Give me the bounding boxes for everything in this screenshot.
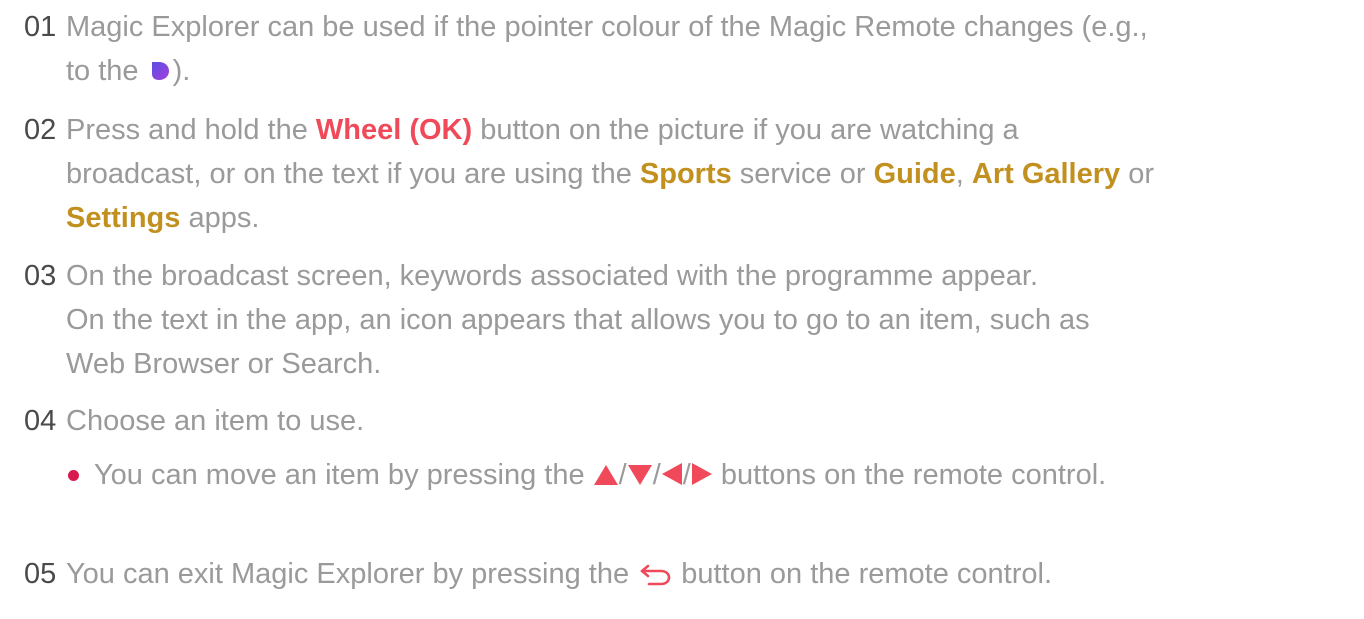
step-number: 01 [24, 11, 57, 43]
step-text-line: Settings apps. [66, 196, 1154, 240]
guide-label: Guide [873, 158, 956, 190]
purple-pointer-icon [149, 50, 171, 80]
step-text: You can exit Magic Explorer by pressing … [66, 558, 638, 590]
step-02: 02 Press and hold the Wheel (OK) button … [0, 108, 1154, 240]
step-text: Press and hold the [66, 114, 316, 146]
bullet-item: You can move an item by pressing the / / /… [66, 455, 1106, 497]
step-text: , [955, 158, 972, 190]
bullet-text: buttons on the remote control. [712, 459, 1107, 491]
separator: / [652, 459, 661, 491]
step-text: service or [731, 158, 874, 190]
step-text-line: broadcast, or on the text if you are usi… [66, 152, 1154, 196]
step-text: broadcast, or on the text if you are usi… [66, 158, 640, 190]
step-text-line: Press and hold the Wheel (OK) button on … [66, 108, 1154, 152]
step-text: or [1120, 158, 1155, 190]
step-text: Magic Explorer can be used if the pointe… [66, 11, 1148, 43]
step-05: 05 You can exit Magic Explorer by pressi… [0, 552, 1052, 599]
step-text-line: On the text in the app, an icon appears … [66, 304, 1090, 336]
separator: / [618, 459, 627, 491]
step-text-line: to the ). [66, 49, 1148, 93]
back-icon [639, 555, 671, 599]
step-number: 02 [24, 114, 57, 146]
wheel-ok-label: Wheel (OK) [315, 114, 473, 146]
step-number: 04 [24, 405, 57, 437]
step-text: ). [172, 55, 191, 87]
step-text: button on the remote control. [673, 558, 1053, 590]
art-gallery-label: Art Gallery [971, 158, 1121, 190]
step-text: button on the picture if you are watchin… [472, 114, 1019, 146]
up-arrow-icon [593, 457, 619, 497]
bullet-dot [68, 470, 79, 481]
step-03: 03 On the broadcast screen, keywords ass… [0, 254, 1090, 386]
step-text-line: Web Browser or Search. [66, 348, 382, 380]
step-text-line: Magic Explorer can be used if the pointe… [66, 5, 1148, 49]
separator: / [682, 459, 691, 491]
step-text-line: On the broadcast screen, keywords associ… [66, 260, 1039, 292]
step-number: 03 [24, 260, 57, 292]
left-arrow-icon [661, 457, 683, 497]
step-text: to the [66, 55, 139, 87]
step-04: 04 Choose an item to use. You can move a… [0, 399, 1106, 497]
settings-label: Settings [66, 202, 181, 234]
down-arrow-icon [627, 457, 653, 497]
sports-label: Sports [639, 158, 732, 190]
step-01: 01 Magic Explorer can be used if the poi… [0, 5, 1148, 93]
step-text: apps. [180, 202, 260, 234]
step-number: 05 [24, 558, 57, 590]
right-arrow-icon [691, 457, 713, 497]
step-text-line: Choose an item to use. [66, 405, 365, 437]
bullet-text: You can move an item by pressing the [94, 459, 593, 491]
